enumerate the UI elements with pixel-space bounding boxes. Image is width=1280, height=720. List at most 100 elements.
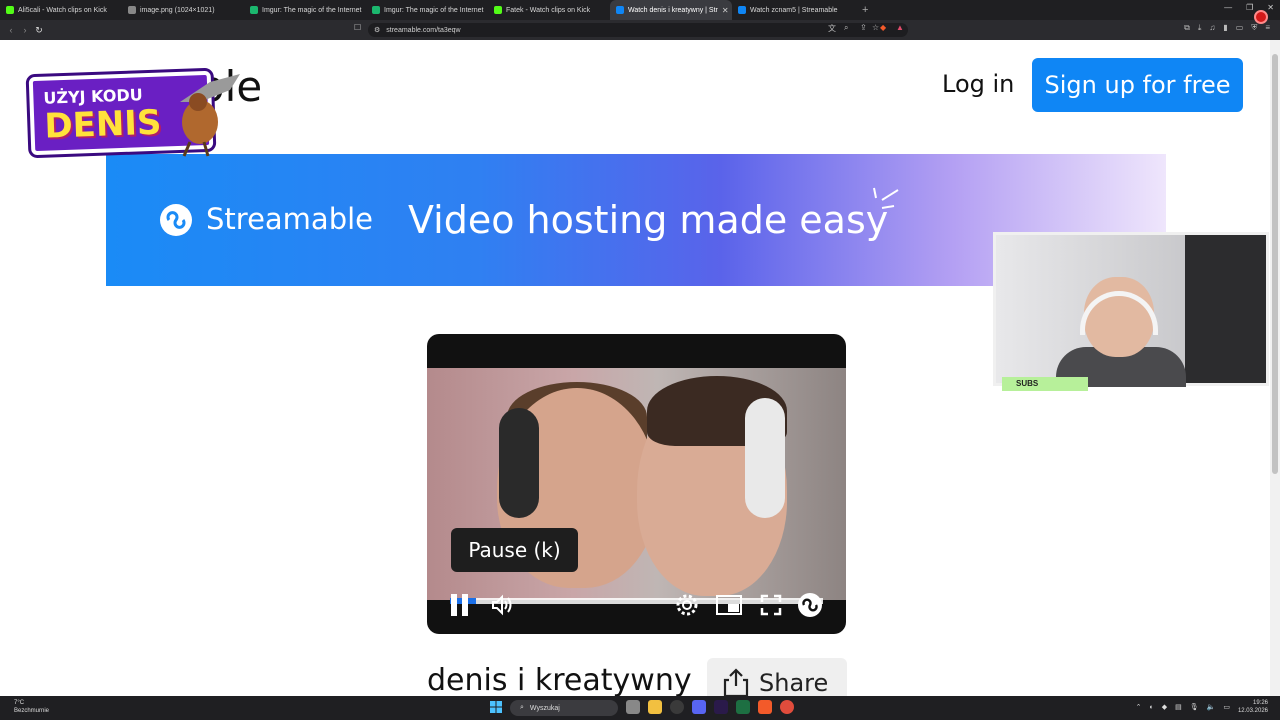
- clock-time: 19:26: [1252, 700, 1268, 706]
- video-frame[interactable]: Pause (k): [427, 368, 846, 604]
- address-bar: ‹ › ↻ ☐ ⚙ streamable.com/ta3eqw 文 ⌕ ⇪ ☆ …: [0, 20, 1280, 40]
- premiere-icon[interactable]: [714, 700, 728, 714]
- tab-title: Imgur: The magic of the Internet: [384, 6, 484, 14]
- file-explorer-icon[interactable]: [648, 700, 662, 714]
- tray-expand-icon[interactable]: ⌃: [1136, 703, 1142, 711]
- tab-favicon-icon: [616, 6, 624, 14]
- speaker-icon[interactable]: 🔈: [1207, 703, 1216, 711]
- taskbar-apps: [626, 700, 794, 714]
- pause-button[interactable]: [447, 592, 473, 618]
- forward-icon[interactable]: ›: [18, 25, 32, 35]
- video-player[interactable]: Pause (k): [427, 334, 846, 634]
- headphones-figure: [745, 398, 785, 518]
- discord-icon[interactable]: [692, 700, 706, 714]
- browser-tab[interactable]: image.png (1024×1021): [122, 0, 244, 20]
- task-view-icon[interactable]: [626, 700, 640, 714]
- webcam-overlay: SUBS: [993, 232, 1269, 391]
- battery-icon[interactable]: ▭: [1223, 703, 1230, 711]
- share-button[interactable]: Share: [707, 658, 847, 696]
- translate-icon[interactable]: 文: [828, 23, 836, 34]
- tab-favicon-icon: [494, 6, 502, 14]
- settings-button[interactable]: [674, 592, 700, 618]
- excel-icon[interactable]: [736, 700, 750, 714]
- taskbar: 7°C Bezchmurnie ⌕ Wyszukaj ⌃ ◐ ◆ ▤ 🎙 🔈 ▭…: [0, 696, 1280, 720]
- mic-icon[interactable]: 🎙: [1190, 703, 1199, 711]
- bookmark-icon[interactable]: ☐: [354, 23, 361, 32]
- tab-title: image.png (1024×1021): [140, 6, 215, 14]
- headphones-figure: [499, 408, 539, 518]
- volume-button[interactable]: [489, 592, 515, 618]
- tab-favicon-icon: [372, 6, 380, 14]
- browser-tab[interactable]: Imgur: The magic of the Internet: [366, 0, 488, 20]
- tab-title: Imgur: The magic of the Internet: [262, 6, 362, 14]
- network-icon[interactable]: ▤: [1175, 703, 1182, 711]
- weather-temp: 7°C: [14, 700, 25, 706]
- banner-logo-text: Streamable: [206, 202, 374, 236]
- browser-tab[interactable]: Watch zcnam5 | Streamable: [732, 0, 854, 20]
- search-icon: ⌕: [520, 704, 524, 711]
- url-field[interactable]: ⚙ streamable.com/ta3eqw: [368, 23, 908, 37]
- tab-close-icon[interactable]: ✕: [722, 6, 729, 15]
- pause-icon: [451, 594, 468, 616]
- browser-tab[interactable]: Imgur: The magic of the Internet: [244, 0, 366, 20]
- page-scrollbar[interactable]: [1270, 40, 1280, 696]
- fullscreen-icon: [760, 594, 782, 616]
- close-icon[interactable]: ✕: [1267, 3, 1274, 12]
- tab-title: Watch denis i kreatywny | Str: [628, 6, 718, 14]
- download-icon[interactable]: ⤓: [1198, 23, 1202, 33]
- weather-widget[interactable]: 7°C Bezchmurnie: [14, 699, 49, 715]
- banner-tagline: Video hosting made easy: [408, 198, 889, 242]
- taskbar-search[interactable]: ⌕ Wyszukaj: [510, 700, 618, 716]
- page-content: ble Log in Sign up for free Streamable V…: [0, 40, 1270, 696]
- brave-rewards-icon[interactable]: ▲: [896, 23, 904, 32]
- windows-start-icon[interactable]: [490, 701, 502, 713]
- signup-button[interactable]: Sign up for free: [1032, 58, 1243, 112]
- login-link[interactable]: Log in: [942, 70, 1014, 98]
- music-icon[interactable]: ♫: [1209, 23, 1215, 33]
- tab-favicon-icon: [738, 6, 746, 14]
- picture-in-picture-icon: [716, 595, 742, 615]
- new-tab-icon[interactable]: +: [854, 4, 876, 16]
- share-icon: [723, 668, 749, 696]
- site-info-icon[interactable]: ⚙: [374, 26, 380, 34]
- browser-tab[interactable]: Watch denis i kreatywny | Str ✕: [610, 0, 732, 20]
- menu-icon[interactable]: ≡: [1265, 23, 1270, 33]
- sidebar-icon[interactable]: ▮: [1223, 23, 1227, 33]
- pip-button[interactable]: [716, 592, 742, 618]
- reload-icon[interactable]: ↻: [32, 25, 46, 36]
- tab-title: Ali5cali - Watch clips on Kick: [18, 6, 107, 14]
- tray-app-icon[interactable]: ◆: [1162, 703, 1167, 711]
- sparkle-icon: [873, 187, 899, 209]
- tray-app-icon[interactable]: ◐: [1149, 704, 1153, 711]
- toolbar-icons: ⧉ ⤓ ♫ ▮ ▭ ⛨ ≡: [1184, 23, 1270, 33]
- wallet-icon[interactable]: ▭: [1236, 23, 1244, 33]
- brave-icon[interactable]: [758, 700, 772, 714]
- restore-icon[interactable]: ❐: [1246, 3, 1253, 12]
- back-icon[interactable]: ‹: [4, 25, 18, 35]
- chrome-icon[interactable]: [780, 700, 794, 714]
- weather-desc: Bezchmurnie: [14, 708, 50, 714]
- scrollbar-thumb[interactable]: [1272, 54, 1278, 474]
- url-text: streamable.com/ta3eqw: [386, 26, 461, 34]
- streamable-logo-icon: [798, 593, 822, 617]
- browser-tab[interactable]: Ali5cali - Watch clips on Kick: [0, 0, 122, 20]
- clock[interactable]: 19:26 12.03.2026: [1238, 699, 1268, 715]
- brave-shield-icon[interactable]: ◆: [880, 23, 886, 32]
- tab-title: Fatek - Watch clips on Kick: [506, 6, 591, 14]
- tab-favicon-icon: [6, 6, 14, 14]
- share-icon[interactable]: ⇪: [860, 23, 867, 32]
- streamable-button[interactable]: [797, 592, 823, 618]
- bookmark-star-icon[interactable]: ☆: [872, 23, 879, 32]
- vpn-icon[interactable]: ⛨: [1251, 23, 1257, 33]
- browser-tab[interactable]: Fatek - Watch clips on Kick: [488, 0, 610, 20]
- obs-icon[interactable]: [670, 700, 684, 714]
- extensions-icon[interactable]: ⧉: [1184, 23, 1190, 33]
- minimize-icon[interactable]: —: [1224, 3, 1232, 12]
- zoom-icon[interactable]: ⌕: [844, 23, 848, 33]
- player-controls: [427, 584, 846, 624]
- system-tray: ⌃ ◐ ◆ ▤ 🎙 🔈 ▭ 19:26 12.03.2026: [1136, 699, 1268, 715]
- tab-favicon-icon: [250, 6, 258, 14]
- volume-icon: [492, 594, 512, 616]
- fullscreen-button[interactable]: [758, 592, 784, 618]
- subs-label: SUBS: [1002, 377, 1088, 391]
